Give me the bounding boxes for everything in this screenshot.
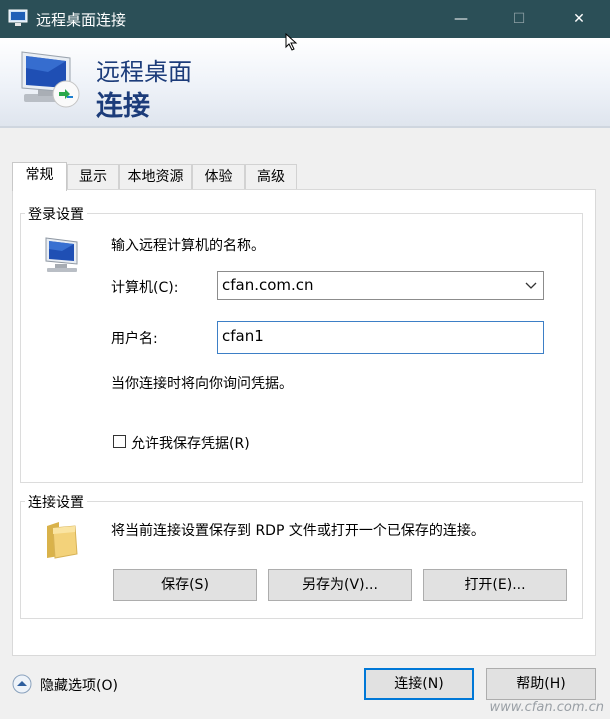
maximize-button[interactable]: ☐ [496,0,542,38]
tab-advanced[interactable]: 高级 [245,164,297,189]
connect-button[interactable]: 连接(N) [364,668,474,700]
watermark: www.cfan.com.cn [489,700,604,715]
computer-name-instruction: 输入远程计算机的名称。 [111,238,265,254]
title-bar[interactable]: 远程桌面连接 — ☐ ✕ [0,0,610,38]
open-button[interactable]: 打开(E)... [423,569,567,601]
credentials-prompt-note: 当你连接时将向你询问凭据。 [111,376,293,392]
computer-value: cfan.com.cn [222,276,314,294]
tab-local-resources[interactable]: 本地资源 [119,164,192,189]
save-credentials-label[interactable]: 允许我保存凭据(R) [131,433,250,453]
computer-label: 计算机(C): [111,280,179,296]
help-button[interactable]: 帮助(H) [486,668,596,700]
username-label: 用户名: [111,331,158,347]
chevron-up-circle-icon[interactable] [12,674,32,694]
tab-display[interactable]: 显示 [67,164,119,189]
login-settings-group: 登录设置 输入远程计算机的名称。 计算机(C): cfan.com.cn 用户名… [20,204,583,483]
minimize-button[interactable]: — [438,0,484,38]
computer-icon [45,237,78,272]
tab-experience[interactable]: 体验 [192,164,245,189]
header-banner: 远程桌面 连接 [0,38,610,128]
username-input[interactable]: cfan1 [217,321,544,354]
connection-settings-label: 连接设置 [25,492,87,512]
connection-settings-group: 连接设置 将当前连接设置保存到 RDP 文件或打开一个已保存的连接。 保存(S)… [20,492,583,619]
computer-combobox[interactable]: cfan.com.cn [217,271,544,300]
monitor-icon [8,9,28,26]
save-as-button[interactable]: 另存为(V)... [268,569,412,601]
header-title-line2: 连接 [96,91,150,122]
login-settings-label: 登录设置 [25,204,87,224]
remote-desktop-icon [21,51,80,108]
window-title: 远程桌面连接 [36,11,127,29]
save-credentials-checkbox[interactable] [113,435,126,448]
header-title-line1: 远程桌面 [96,58,192,86]
close-button[interactable]: ✕ [556,0,602,38]
tab-panel-general: 登录设置 输入远程计算机的名称。 计算机(C): cfan.com.cn 用户名… [12,189,596,656]
mouse-cursor-icon [285,33,298,51]
chevron-down-icon[interactable] [525,279,537,291]
hide-options-label[interactable]: 隐藏选项(O) [40,675,118,695]
save-button[interactable]: 保存(S) [113,569,257,601]
username-value: cfan1 [222,327,264,345]
tab-general[interactable]: 常规 [12,162,67,191]
folder-icon [47,522,78,559]
connection-description: 将当前连接设置保存到 RDP 文件或打开一个已保存的连接。 [111,523,485,539]
